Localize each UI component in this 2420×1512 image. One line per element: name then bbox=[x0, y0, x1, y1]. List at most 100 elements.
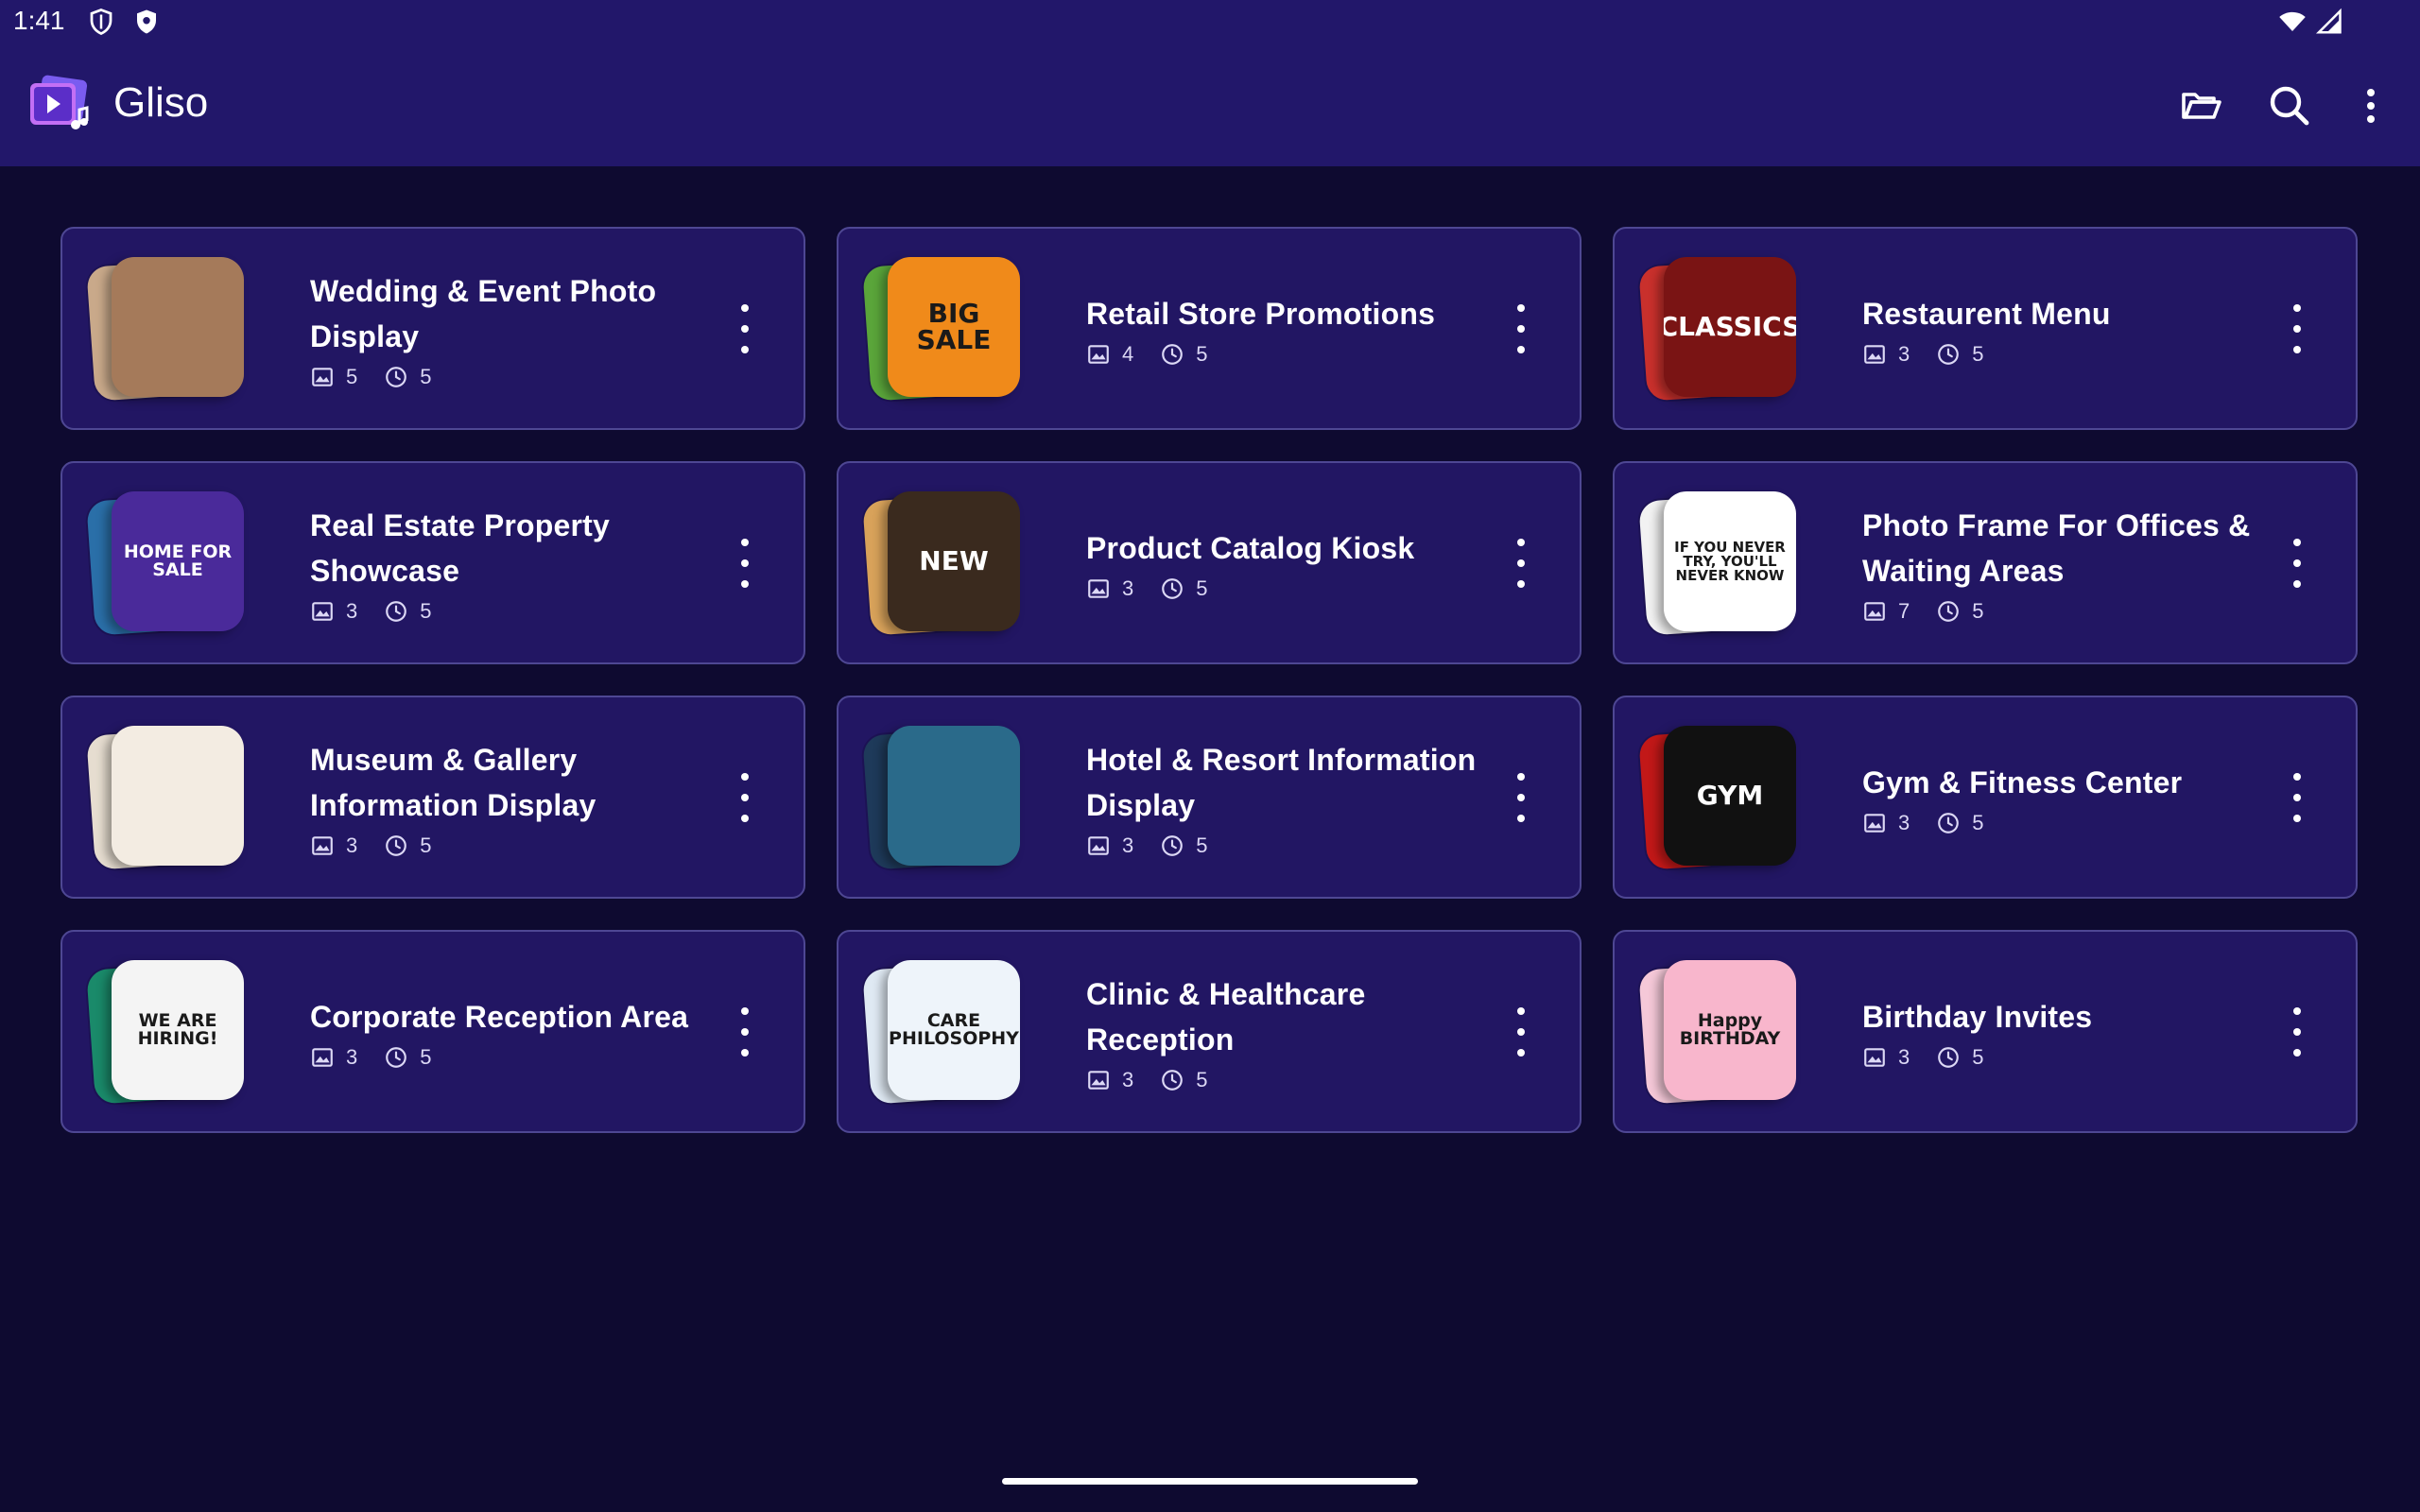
thumbnail-caption: CLASSICS bbox=[1664, 311, 1796, 342]
template-card[interactable]: CLASSICS Restaurent Menu 3 5 bbox=[1613, 227, 2358, 430]
image-count-icon bbox=[1088, 578, 1109, 598]
image-count: 3 bbox=[1122, 833, 1134, 857]
template-thumbnail: GYM bbox=[1638, 726, 1796, 870]
template-card[interactable]: Happy BIRTHDAY Birthday Invites 3 5 bbox=[1613, 930, 2358, 1133]
home-indicator[interactable] bbox=[1002, 1478, 1418, 1485]
image-count-icon bbox=[1864, 813, 1885, 833]
card-meta: 3 5 bbox=[1862, 811, 2269, 835]
duration-value: 5 bbox=[1196, 576, 1208, 600]
template-thumbnail: IF YOU NEVER TRY, YOU'LL NEVER KNOW bbox=[1638, 491, 1796, 636]
card-title: Wedding & Event Photo Display bbox=[310, 273, 657, 353]
card-more-menu-icon[interactable] bbox=[1512, 773, 1530, 822]
card-more-menu-icon[interactable] bbox=[735, 1007, 754, 1057]
card-meta: 3 5 bbox=[310, 1045, 717, 1070]
card-meta: 3 5 bbox=[1862, 1045, 2269, 1070]
image-count-icon bbox=[1864, 601, 1885, 621]
image-count-icon bbox=[1088, 344, 1109, 364]
card-more-menu-icon[interactable] bbox=[1512, 539, 1530, 588]
card-meta: 5 5 bbox=[310, 365, 717, 389]
card-title: Corporate Reception Area bbox=[310, 999, 689, 1034]
duration-value: 5 bbox=[420, 833, 432, 857]
template-card[interactable]: HOME FOR SALE Real Estate Property Showc… bbox=[60, 461, 805, 664]
image-count-icon bbox=[312, 1047, 333, 1067]
template-card[interactable]: BIG SALE Retail Store Promotions 4 5 bbox=[837, 227, 1582, 430]
shield-filled-icon bbox=[137, 9, 156, 34]
thumbnail-front-image bbox=[888, 726, 1020, 866]
card-info: Corporate Reception Area 3 5 bbox=[310, 932, 717, 1131]
duration-value: 5 bbox=[1196, 833, 1208, 857]
clock-icon bbox=[386, 1046, 407, 1068]
image-count: 3 bbox=[346, 833, 358, 857]
top-app-bar: 1:41 Gliso bbox=[0, 0, 2420, 166]
thumbnail-front-image: GYM bbox=[1664, 726, 1796, 866]
thumbnail-front-image: HOME FOR SALE bbox=[112, 491, 244, 631]
image-count-icon bbox=[1864, 1047, 1885, 1067]
duration-value: 5 bbox=[1196, 341, 1208, 366]
card-more-menu-icon[interactable] bbox=[2288, 539, 2307, 588]
card-meta: 3 5 bbox=[1086, 833, 1493, 858]
image-count: 3 bbox=[1122, 576, 1134, 600]
card-title: Clinic & Healthcare Reception bbox=[1086, 976, 1366, 1057]
app-title: Gliso bbox=[113, 79, 209, 126]
duration-value: 5 bbox=[1972, 341, 1984, 366]
card-info: Real Estate Property Showcase 3 5 bbox=[310, 463, 717, 662]
template-card[interactable]: CARE PHILOSOPHY Clinic & Healthcare Rece… bbox=[837, 930, 1582, 1133]
card-info: Restaurent Menu 3 5 bbox=[1862, 229, 2269, 428]
clock-icon bbox=[386, 834, 407, 856]
card-title: Museum & Gallery Information Display bbox=[310, 742, 596, 822]
duration-value: 5 bbox=[420, 1044, 432, 1069]
card-more-menu-icon[interactable] bbox=[1512, 304, 1530, 353]
image-count: 3 bbox=[346, 1044, 358, 1069]
card-more-menu-icon[interactable] bbox=[735, 304, 754, 353]
card-info: Wedding & Event Photo Display 5 5 bbox=[310, 229, 717, 428]
card-more-menu-icon[interactable] bbox=[735, 773, 754, 822]
image-count: 3 bbox=[346, 598, 358, 623]
card-title: Gym & Fitness Center bbox=[1862, 765, 2183, 799]
duration-value: 5 bbox=[1196, 1067, 1208, 1091]
overflow-menu-icon[interactable] bbox=[2348, 83, 2394, 129]
thumbnail-front-image bbox=[112, 257, 244, 397]
template-thumbnail: HOME FOR SALE bbox=[86, 491, 244, 636]
template-thumbnail: CARE PHILOSOPHY bbox=[862, 960, 1020, 1105]
card-meta: 4 5 bbox=[1086, 342, 1493, 367]
thumbnail-caption: IF YOU NEVER TRY, YOU'LL NEVER KNOW bbox=[1674, 538, 1786, 584]
template-card[interactable]: Wedding & Event Photo Display 5 5 bbox=[60, 227, 805, 430]
duration-value: 5 bbox=[420, 598, 432, 623]
clock-icon bbox=[1938, 1046, 1960, 1068]
thumbnail-front-image bbox=[112, 726, 244, 866]
card-title: Hotel & Resort Information Display bbox=[1086, 742, 1477, 822]
card-more-menu-icon[interactable] bbox=[2288, 304, 2307, 353]
wifi-icon bbox=[2279, 11, 2306, 31]
card-more-menu-icon[interactable] bbox=[735, 539, 754, 588]
thumbnail-caption: NEW bbox=[919, 545, 989, 576]
card-info: Clinic & Healthcare Reception 3 5 bbox=[1086, 932, 1493, 1131]
card-more-menu-icon[interactable] bbox=[1512, 1007, 1530, 1057]
template-card[interactable]: NEW Product Catalog Kiosk 3 5 bbox=[837, 461, 1582, 664]
shield-outline-icon bbox=[90, 9, 112, 36]
card-meta: 3 5 bbox=[310, 599, 717, 624]
template-card[interactable]: Hotel & Resort Information Display 3 5 bbox=[837, 696, 1582, 899]
clock-icon bbox=[1162, 834, 1184, 856]
template-thumbnail bbox=[86, 257, 244, 402]
card-meta: 7 5 bbox=[1862, 599, 2269, 624]
folder-open-icon[interactable] bbox=[2178, 83, 2223, 129]
card-more-menu-icon[interactable] bbox=[2288, 1007, 2307, 1057]
image-count-icon bbox=[1088, 835, 1109, 855]
template-card[interactable]: GYM Gym & Fitness Center 3 5 bbox=[1613, 696, 2358, 899]
template-card[interactable]: IF YOU NEVER TRY, YOU'LL NEVER KNOW Phot… bbox=[1613, 461, 2358, 664]
card-info: Retail Store Promotions 4 5 bbox=[1086, 229, 1493, 428]
search-icon[interactable] bbox=[2267, 83, 2312, 129]
thumbnail-caption: BIG SALE bbox=[916, 298, 992, 355]
template-card[interactable]: WE ARE HIRING! Corporate Reception Area … bbox=[60, 930, 805, 1133]
thumbnail-front-image: WE ARE HIRING! bbox=[112, 960, 244, 1100]
template-thumbnail bbox=[86, 726, 244, 870]
card-info: Product Catalog Kiosk 3 5 bbox=[1086, 463, 1493, 662]
image-count: 3 bbox=[1122, 1067, 1134, 1091]
app-bar: Gliso bbox=[0, 45, 2420, 166]
template-card[interactable]: Museum & Gallery Information Display 3 5 bbox=[60, 696, 805, 899]
duration-value: 5 bbox=[420, 364, 432, 388]
template-thumbnail: BIG SALE bbox=[862, 257, 1020, 402]
card-more-menu-icon[interactable] bbox=[2288, 773, 2307, 822]
thumbnail-caption: WE ARE HIRING! bbox=[137, 1010, 218, 1049]
card-info: Gym & Fitness Center 3 5 bbox=[1862, 697, 2269, 897]
